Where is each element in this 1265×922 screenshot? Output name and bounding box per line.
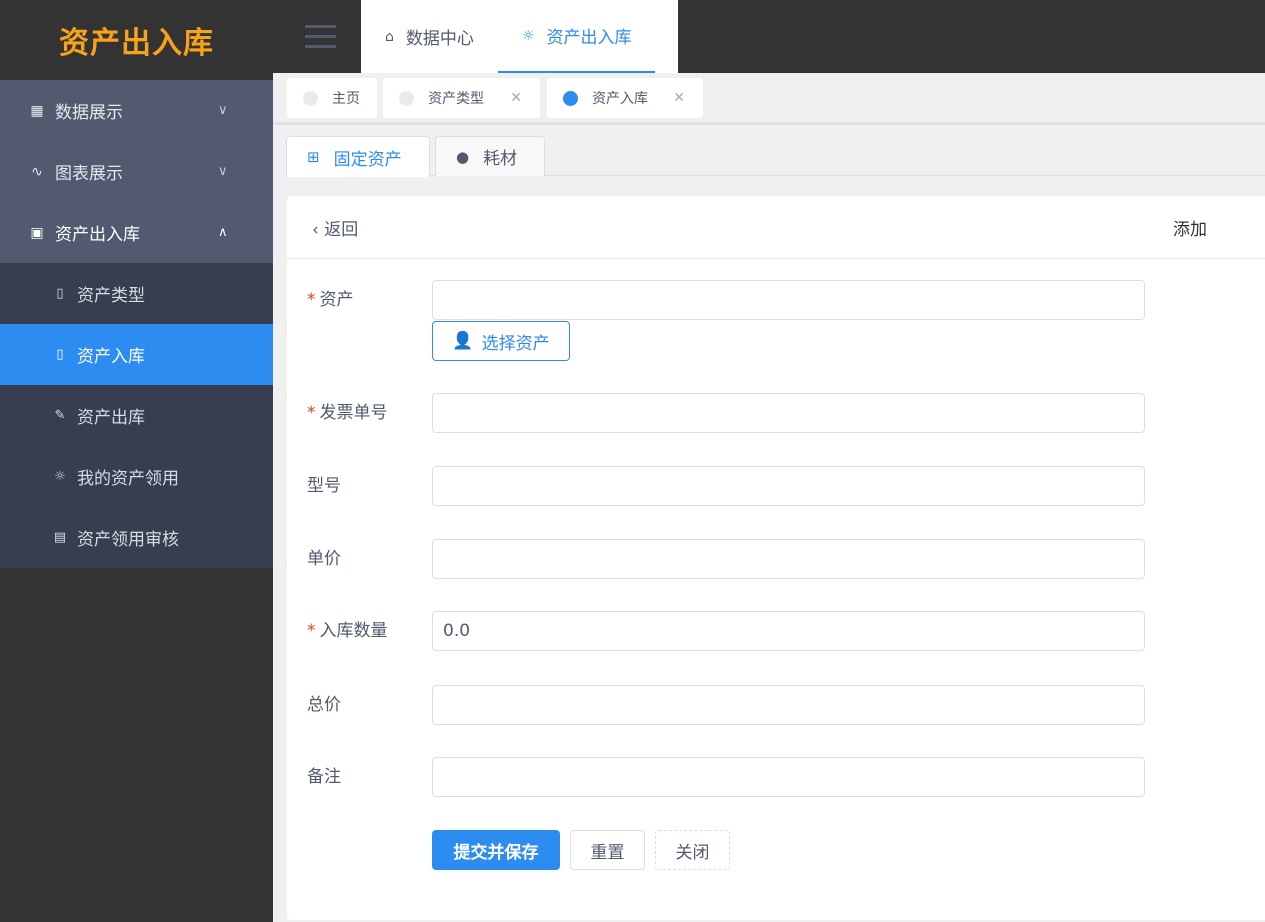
tab-label: 耗材 <box>483 149 518 169</box>
invoice-input[interactable] <box>432 393 1145 433</box>
tag-home[interactable]: 主页 <box>287 78 377 118</box>
invoice-label: 发票单号 <box>319 403 388 423</box>
user-add-icon: 👤 <box>452 331 474 351</box>
tag-asset-type[interactable]: 资产类型 ✕ <box>383 78 540 118</box>
model-label: 型号 <box>307 476 341 496</box>
sidebar: 资产出入库 ▦ 数据展示 ∨ ∿ 图表展示 ∨ ▣ 资产出入库 ∧ ▯ 资产类型 ▯ 资产入库 … <box>0 0 273 922</box>
remark-label: 备注 <box>307 767 341 787</box>
close-icon[interactable]: ✕ <box>673 90 685 106</box>
reset-button[interactable]: 重置 <box>570 830 645 870</box>
tab-consumables[interactable]: ● 耗材 <box>435 136 545 176</box>
item-label: 资产出库 <box>77 408 145 428</box>
archive-icon: ▣ <box>30 224 44 241</box>
sidebar-item-asset-out[interactable]: ✎ 资产出库 <box>0 385 273 446</box>
asset-label: 资产 <box>319 290 354 310</box>
dot-icon <box>399 90 414 106</box>
top-bar: ⌂ 数据中心 ☼ 资产出入库 <box>273 0 1265 73</box>
sidebar-item-asset-in[interactable]: ▯ 资产入库 <box>0 324 273 385</box>
menu-toggle-icon[interactable] <box>305 25 336 55</box>
document-icon: ▯ <box>56 286 64 301</box>
menu-label: 资产出入库 <box>55 225 140 245</box>
asset-input[interactable] <box>432 280 1145 320</box>
bulb-icon: ☼ <box>54 469 66 484</box>
sub-tabs: ⊞ 固定资产 ● 耗材 <box>286 136 1265 177</box>
price-label: 单价 <box>307 549 341 569</box>
model-input[interactable] <box>432 466 1145 506</box>
tab-data-center[interactable]: ⌂ 数据中心 <box>361 0 498 73</box>
chevron-up-icon: ∧ <box>218 225 228 240</box>
sidebar-item-my-asset[interactable]: ☼ 我的资产领用 <box>0 446 273 507</box>
chevron-down-icon: ∨ <box>218 164 228 179</box>
item-label: 资产入库 <box>77 347 145 367</box>
calculator-icon: ▤ <box>53 530 67 545</box>
tag-label: 资产类型 <box>428 91 484 107</box>
document-icon: ▯ <box>56 347 64 362</box>
tab-label: 资产出入库 <box>546 28 632 48</box>
tag-label: 主页 <box>332 91 360 107</box>
brush-icon: ✎ <box>54 408 66 423</box>
remark-input[interactable] <box>432 757 1145 797</box>
tag-label: 资产入库 <box>592 91 648 107</box>
menu-data-display[interactable]: ▦ 数据展示 ∨ <box>0 80 273 141</box>
total-input[interactable] <box>432 685 1145 725</box>
tag-asset-in[interactable]: 资产入库 ✕ <box>547 78 703 118</box>
close-button[interactable]: 关闭 <box>655 830 730 870</box>
logo: 资产出入库 <box>59 26 214 61</box>
back-link[interactable]: ‹ 返回 <box>312 215 358 240</box>
dot-icon <box>303 90 318 106</box>
tab-fixed-asset[interactable]: ⊞ 固定资产 <box>286 136 430 177</box>
price-input[interactable] <box>432 539 1145 579</box>
tab-label: 固定资产 <box>333 149 402 170</box>
apple-icon: ● <box>456 147 470 166</box>
grid-icon: ▦ <box>30 102 44 119</box>
item-label: 资产领用审核 <box>77 530 179 550</box>
qty-input[interactable] <box>432 611 1145 651</box>
menu-label: 数据展示 <box>55 103 123 123</box>
sidebar-item-audit[interactable]: ▤ 资产领用审核 <box>0 507 273 568</box>
qty-label: 入库数量 <box>319 621 388 641</box>
item-label: 我的资产领用 <box>77 469 179 489</box>
sidebar-item-asset-type[interactable]: ▯ 资产类型 <box>0 263 273 324</box>
home-icon: ⌂ <box>385 28 394 45</box>
submit-button[interactable]: 提交并保存 <box>432 830 560 870</box>
tab-label: 数据中心 <box>405 29 474 49</box>
form-card: ‹ 返回 添加 *资产 👤选择资产 *发票单号 型号 单价 *入库数量 总价 备… <box>287 196 1265 920</box>
menu-asset-inout[interactable]: ▣ 资产出入库 ∧ <box>0 202 273 263</box>
back-label: 返回 <box>324 219 359 240</box>
tab-asset-inout[interactable]: ☼ 资产出入库 <box>497 0 656 73</box>
select-asset-button[interactable]: 👤 选择资产 <box>432 321 570 361</box>
menu-chart-display[interactable]: ∿ 图表展示 ∨ <box>0 141 273 202</box>
chevron-down-icon: ∨ <box>218 103 228 118</box>
windows-icon: ⊞ <box>307 148 320 166</box>
item-label: 资产类型 <box>77 286 145 306</box>
tag-bar: 主页 资产类型 ✕ 资产入库 ✕ <box>273 73 1265 125</box>
card-title: 添加 <box>1173 219 1207 240</box>
menu-label: 图表展示 <box>55 164 123 184</box>
pulse-icon: ∿ <box>31 163 43 180</box>
button-label: 选择资产 <box>481 333 550 354</box>
close-icon[interactable]: ✕ <box>510 90 522 106</box>
dot-icon <box>563 90 578 106</box>
bulb-icon: ☼ <box>521 27 535 44</box>
total-label: 总价 <box>307 695 341 715</box>
